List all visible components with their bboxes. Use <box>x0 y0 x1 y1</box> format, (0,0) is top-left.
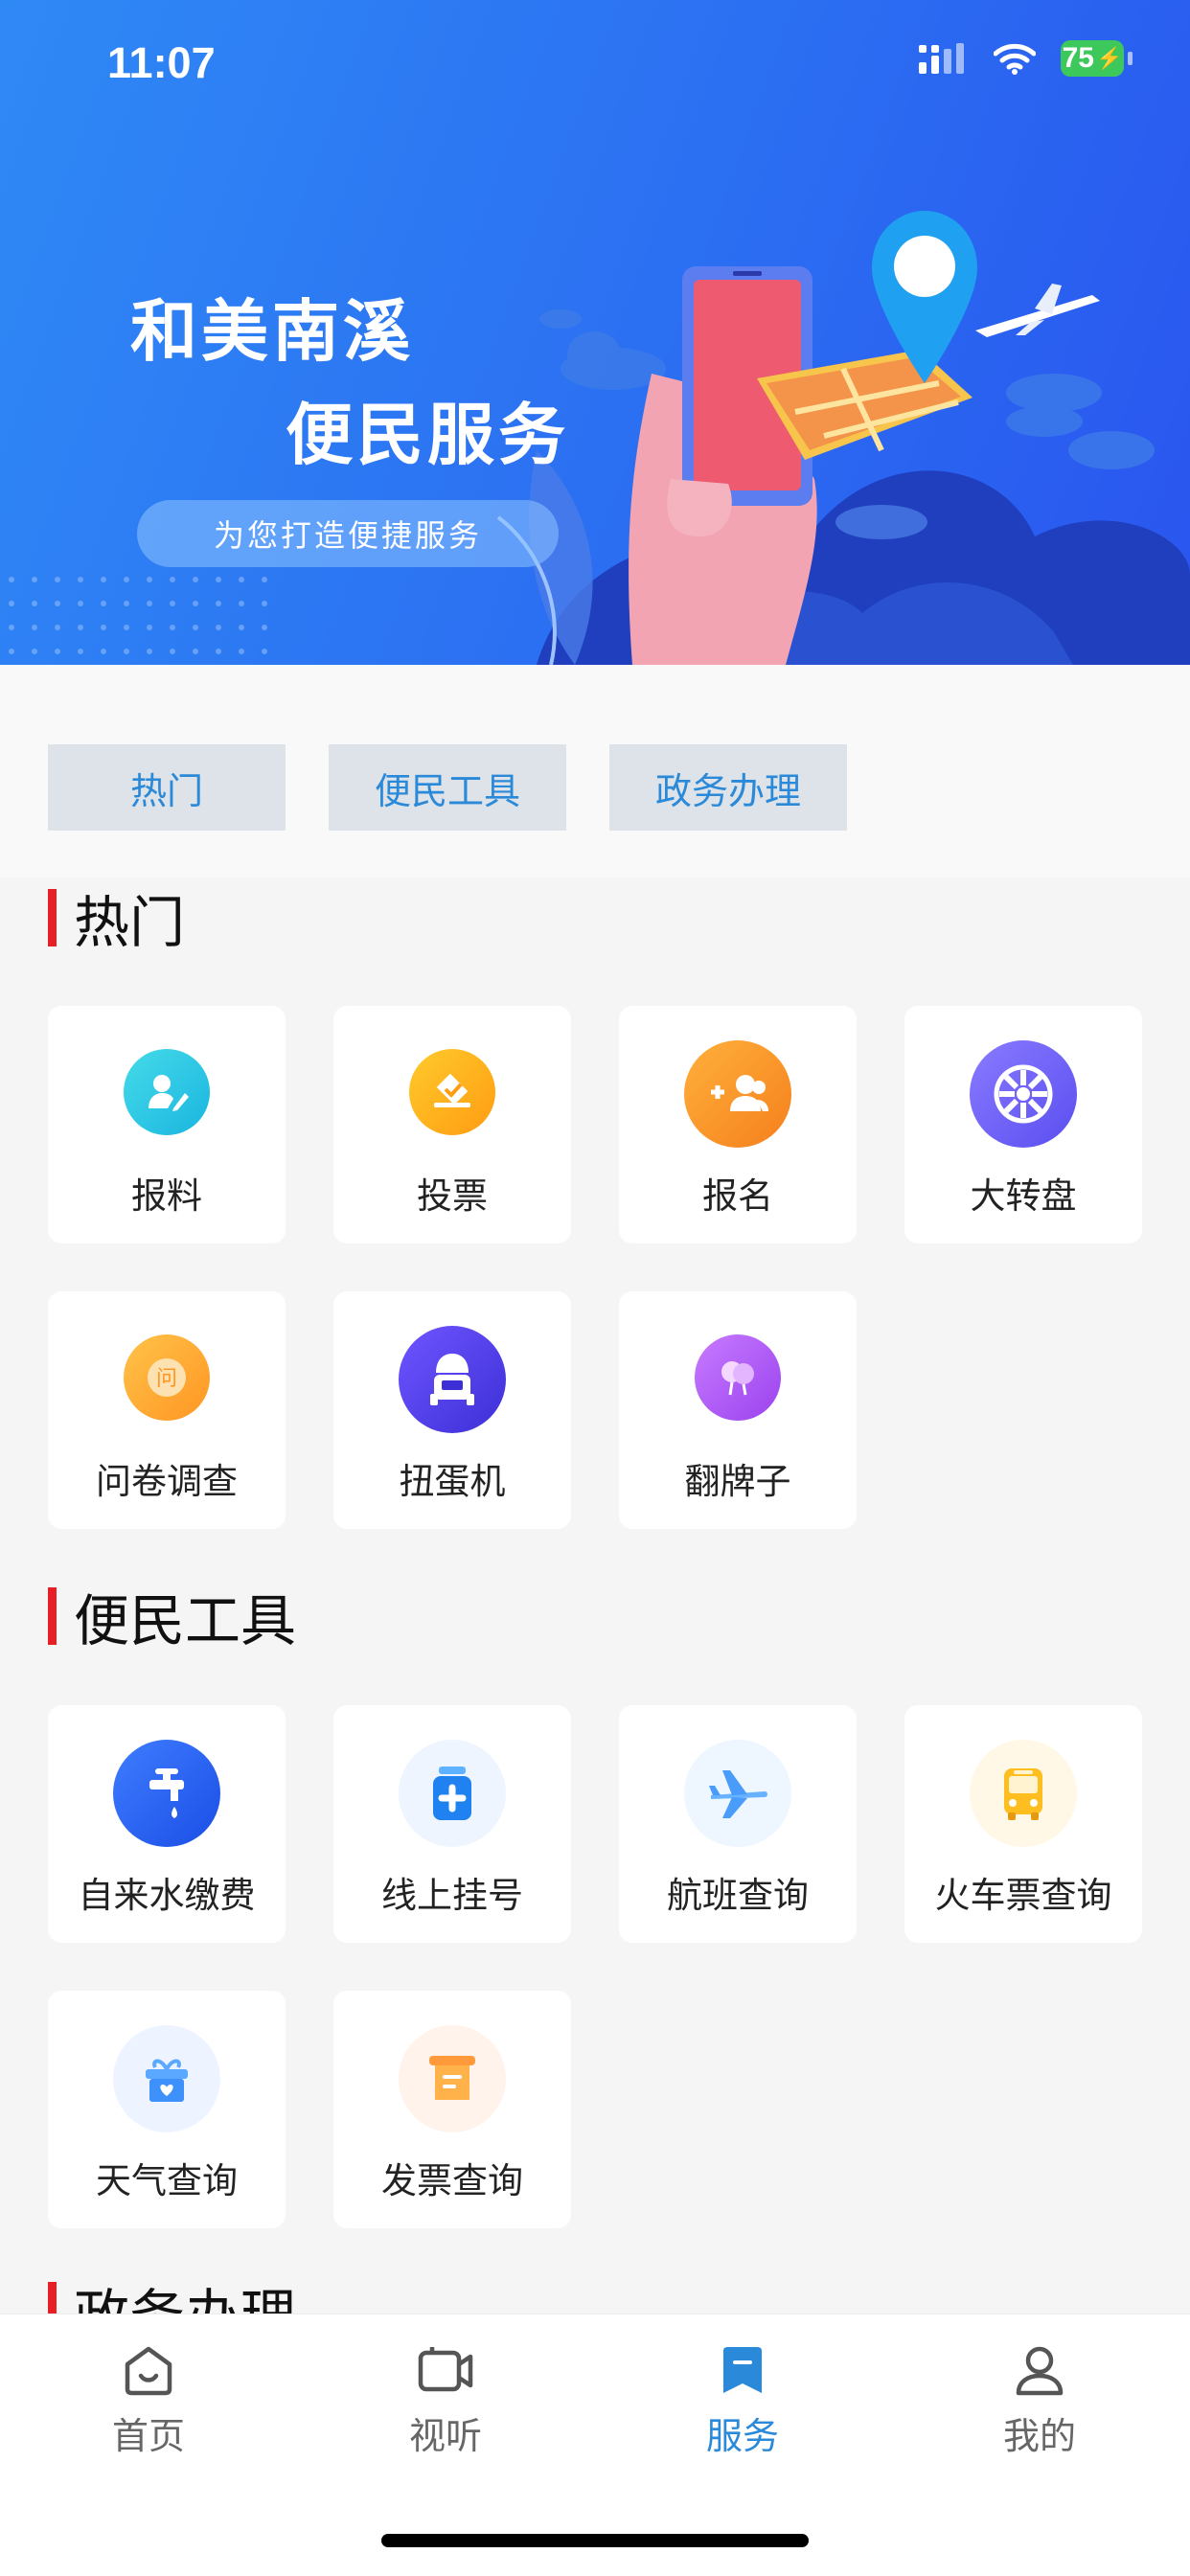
status-icons: 75 ⚡ <box>919 40 1133 77</box>
home-indicator <box>381 2534 809 2547</box>
card-label: 翻牌子 <box>684 1461 791 1502</box>
report-icon <box>124 1049 210 1135</box>
section-title-tools: 便民工具 <box>48 1585 296 1653</box>
nav-label: 服务 <box>705 2415 779 2457</box>
service-card-water[interactable]: 自来水缴费 <box>48 1705 286 1943</box>
service-card-report[interactable]: 报料 <box>48 1006 286 1243</box>
video-icon <box>418 2347 473 2392</box>
wifi-icon <box>994 43 1036 75</box>
section-accent-bar <box>48 889 57 946</box>
card-label: 大转盘 <box>970 1175 1077 1217</box>
tab-hot[interactable]: 热门 <box>48 744 286 831</box>
nav-item-home[interactable]: 首页 <box>53 2343 244 2459</box>
card-label: 火车票查询 <box>934 1875 1112 1916</box>
home-icon <box>125 2346 172 2396</box>
service-card-weather[interactable]: 天气查询 <box>48 1991 286 2228</box>
service-card-gacha[interactable]: 扭蛋机 <box>333 1291 571 1529</box>
invoice-icon <box>399 2025 506 2132</box>
section-accent-bar <box>48 1587 57 1645</box>
service-card-invoice[interactable]: 发票查询 <box>333 1991 571 2228</box>
battery-tip <box>1128 52 1133 65</box>
svg-text:问: 问 <box>156 1367 177 1391</box>
section-title-hot: 热门 <box>48 887 185 955</box>
bookmark-icon <box>723 2347 762 2393</box>
banner-title-line2: 便民服务 <box>286 395 569 474</box>
service-card-wheel[interactable]: 大转盘 <box>904 1006 1142 1243</box>
card-label: 问卷调查 <box>96 1461 238 1502</box>
nav-item-video[interactable]: 视听 <box>350 2343 541 2459</box>
user-icon <box>1016 2346 1064 2396</box>
card-label: 报名 <box>702 1175 773 1217</box>
medical-icon <box>399 1740 506 1847</box>
service-card-signup[interactable]: 报名 <box>619 1006 857 1243</box>
service-card-registration[interactable]: 线上挂号 <box>333 1705 571 1943</box>
card-label: 线上挂号 <box>381 1875 523 1916</box>
nav-label: 视听 <box>408 2415 482 2457</box>
wheel-icon <box>970 1040 1077 1148</box>
gift-heart-icon <box>113 2025 220 2132</box>
section-title-text: 热门 <box>74 890 186 955</box>
service-card-flight[interactable]: 航班查询 <box>619 1705 857 1943</box>
card-label: 自来水缴费 <box>78 1875 256 1916</box>
battery-indicator: 75 ⚡ <box>1061 40 1124 77</box>
nav-label: 我的 <box>1002 2415 1076 2457</box>
tab-tools[interactable]: 便民工具 <box>329 744 566 831</box>
cellular-signal-icon <box>919 43 964 74</box>
banner-subtitle-pill: 为您打造便捷服务 <box>137 500 559 567</box>
section-title-text: 便民工具 <box>74 1588 297 1653</box>
nav-label: 首页 <box>111 2415 185 2457</box>
vote-icon <box>409 1049 495 1135</box>
card-label: 航班查询 <box>667 1875 809 1916</box>
banner[interactable]: 11:07 75 ⚡ 和美南溪 便民服务 为您打造便捷服务 <box>0 0 1190 665</box>
battery-level: 75 <box>1062 42 1094 74</box>
service-card-flip[interactable]: 翻牌子 <box>619 1291 857 1529</box>
gacha-icon <box>399 1326 506 1433</box>
card-label: 天气查询 <box>96 2160 238 2201</box>
status-time: 11:07 <box>107 38 216 87</box>
service-card-train[interactable]: 火车票查询 <box>904 1705 1142 1943</box>
nav-item-mine[interactable]: 我的 <box>944 2343 1135 2459</box>
card-label: 扭蛋机 <box>399 1461 506 1502</box>
card-label: 报料 <box>131 1175 202 1217</box>
water-tap-icon <box>113 1740 220 1847</box>
nav-item-service[interactable]: 服务 <box>647 2343 838 2459</box>
card-label: 投票 <box>417 1175 488 1217</box>
bus-icon <box>970 1740 1077 1847</box>
survey-icon: 问 <box>124 1334 210 1421</box>
banner-title-line1: 和美南溪 <box>130 291 414 371</box>
flip-card-icon <box>695 1334 781 1421</box>
signup-icon <box>684 1040 791 1148</box>
charging-bolt-icon: ⚡ <box>1095 46 1123 70</box>
tab-gov[interactable]: 政务办理 <box>609 744 847 831</box>
card-label: 发票查询 <box>381 2160 523 2201</box>
service-card-vote[interactable]: 投票 <box>333 1006 571 1243</box>
service-card-survey[interactable]: 问 问卷调查 <box>48 1291 286 1529</box>
airplane-icon <box>684 1740 791 1847</box>
